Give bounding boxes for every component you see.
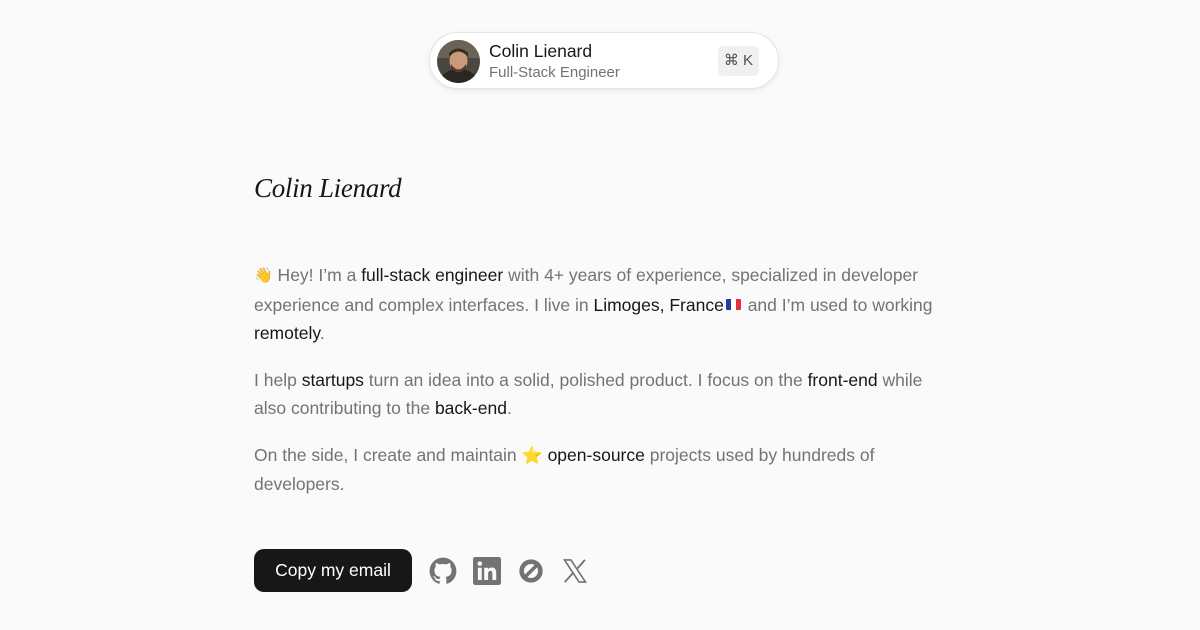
bio-paragraph-open-source: On the side, I create and maintain ⭐ ope… [254, 441, 914, 499]
france-flag-icon [725, 298, 741, 310]
bio-text: Hey! I’m a [272, 265, 362, 285]
bio: 👋 Hey! I’m a full-stack engineer with 4+… [254, 261, 954, 499]
bio-text: I help [254, 369, 302, 390]
bio-text: and I’m used to working [742, 294, 933, 315]
waving-hand-icon: 👋 [254, 267, 273, 284]
profile-role: Full-Stack Engineer [489, 64, 620, 81]
bio-text: turn an idea into a solid, polished prod… [363, 369, 808, 390]
bio-highlight: full-stack engineer [361, 265, 504, 285]
bio-highlight: back-end [434, 398, 507, 418]
page-title: Colin Lienard [254, 173, 402, 203]
copy-email-button[interactable]: Copy my email [254, 549, 412, 592]
bio-highlight: Limoges, France [593, 294, 724, 315]
bio-highlight: startups [301, 369, 364, 390]
bio-paragraph-intro: 👋 Hey! I’m a full-stack engineer with 4+… [254, 261, 954, 348]
bio-highlight: front-end [807, 369, 878, 390]
profile-name: Colin Lienard [489, 41, 593, 61]
bio-text: On the side, I create and maintain [254, 444, 522, 465]
star-icon: ⭐ [521, 445, 543, 465]
bio-highlight: open-source [547, 444, 645, 465]
codeberg-icon[interactable] [517, 557, 545, 585]
profile-command-button[interactable]: Colin Lienard Full-Stack Engineer ⌘ K [429, 32, 779, 89]
bio-paragraph-work: I help startups turn an idea into a soli… [254, 366, 954, 423]
github-icon[interactable] [429, 557, 457, 585]
keyboard-shortcut-badge: ⌘ K [717, 46, 759, 76]
bio-highlight: remotely [254, 323, 320, 343]
avatar [437, 40, 480, 83]
linkedin-icon[interactable] [473, 557, 501, 585]
bio-text: . [506, 398, 512, 418]
x-icon[interactable] [561, 557, 589, 585]
bio-text: . [319, 323, 325, 343]
